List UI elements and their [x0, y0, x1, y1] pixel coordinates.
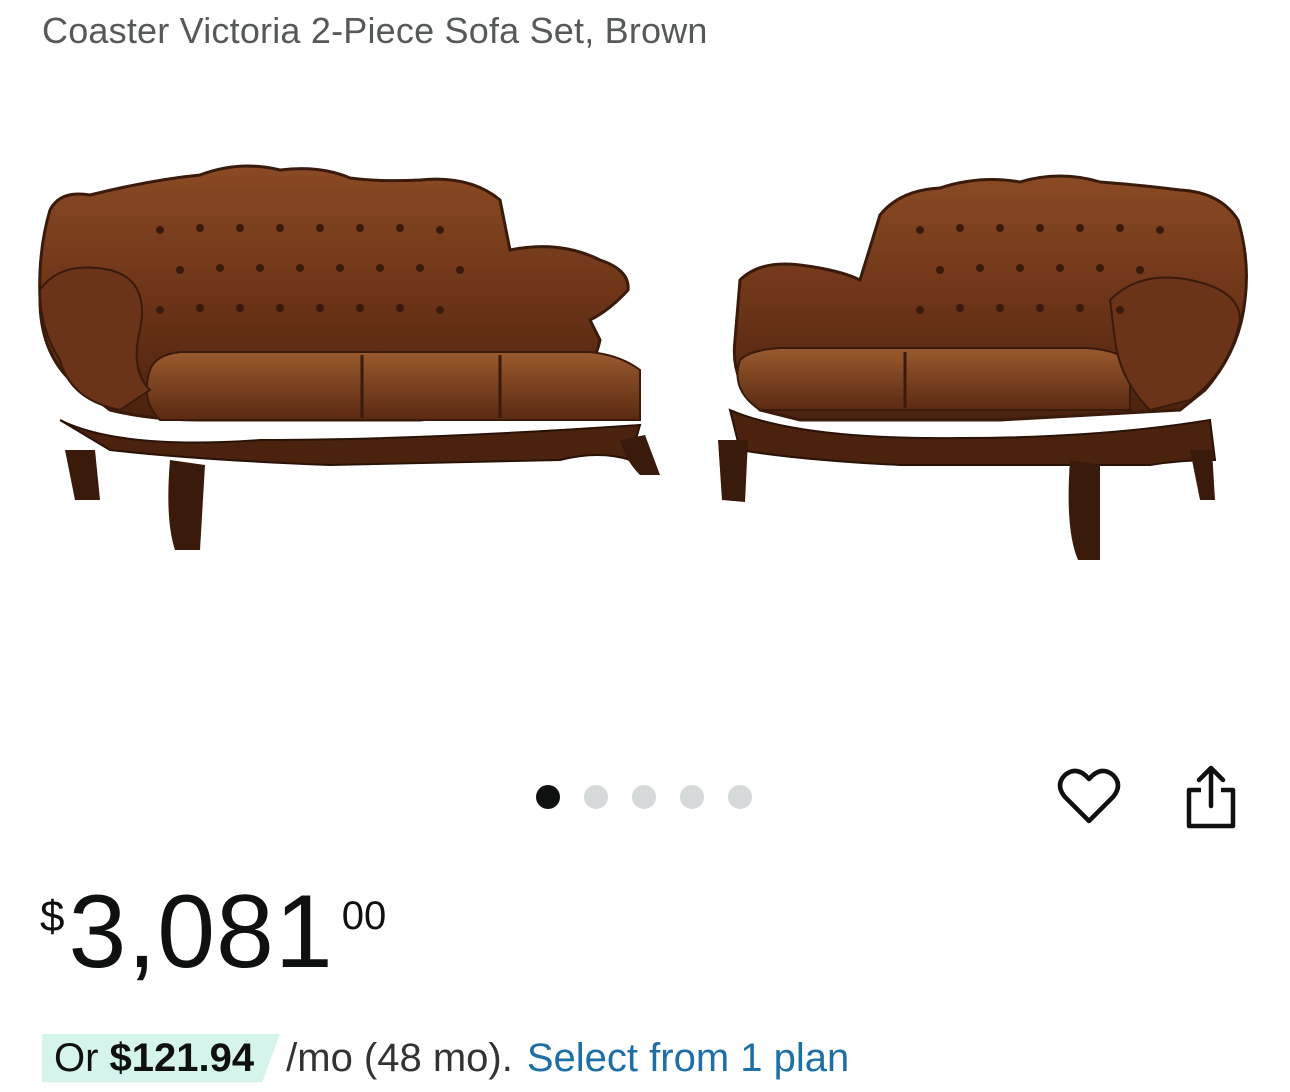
- product-image[interactable]: [0, 120, 1290, 600]
- carousel-dot-3[interactable]: [632, 785, 656, 809]
- heart-icon: [1057, 768, 1121, 824]
- product-title: Coaster Victoria 2-Piece Sofa Set, Brown: [42, 10, 708, 51]
- carousel-dot-1[interactable]: [536, 785, 560, 809]
- sofa-right-graphic: [718, 174, 1248, 560]
- share-button[interactable]: [1176, 762, 1246, 832]
- price: $ 3,081 00: [40, 880, 386, 990]
- financing-prefix: Or: [54, 1035, 110, 1080]
- monthly-payment-chip: Or $121.94: [42, 1034, 280, 1083]
- financing-terms: /mo (48 mo).: [286, 1035, 513, 1080]
- image-carousel-indicator[interactable]: [536, 785, 752, 809]
- wishlist-button[interactable]: [1054, 762, 1124, 832]
- financing-offer: Or $121.94 /mo (48 mo). Select from 1 pl…: [42, 1030, 849, 1086]
- carousel-dot-4[interactable]: [680, 785, 704, 809]
- price-currency-symbol: $: [40, 892, 65, 941]
- price-whole: 3,081: [68, 874, 334, 990]
- price-fraction: 00: [341, 894, 387, 938]
- monthly-payment-amount: $121.94: [109, 1035, 255, 1080]
- carousel-dot-5[interactable]: [728, 785, 752, 809]
- carousel-dot-2[interactable]: [584, 785, 608, 809]
- select-plan-link[interactable]: Select from 1 plan: [527, 1036, 849, 1081]
- share-icon: [1186, 765, 1236, 829]
- sofa-left-graphic: [38, 164, 660, 550]
